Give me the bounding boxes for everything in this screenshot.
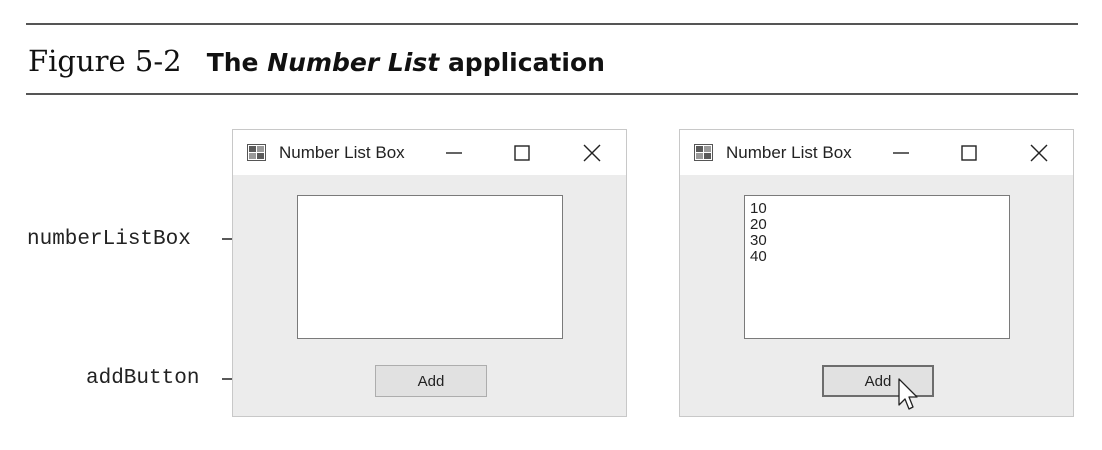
app-icon xyxy=(694,144,713,161)
list-item[interactable]: 30 xyxy=(750,233,1009,249)
list-item[interactable]: 20 xyxy=(750,217,1009,233)
number-list-box[interactable]: 10 20 30 40 xyxy=(744,195,1010,339)
minimize-icon[interactable] xyxy=(439,138,469,168)
list-item[interactable]: 40 xyxy=(750,249,1009,265)
close-icon[interactable] xyxy=(577,138,607,168)
title-bar[interactable]: Number List Box xyxy=(680,130,1073,175)
minimize-icon[interactable] xyxy=(886,138,916,168)
button-callout-label: addButton xyxy=(86,367,200,390)
figure-caption: Figure 5-2 The Number List application xyxy=(28,44,605,80)
list-item[interactable]: 10 xyxy=(750,201,1009,217)
mouse-pointer-icon xyxy=(898,378,918,410)
number-list-window-empty: Number List Box Add xyxy=(232,129,627,417)
app-icon xyxy=(247,144,266,161)
title-bar[interactable]: Number List Box xyxy=(233,130,626,175)
close-icon[interactable] xyxy=(1024,138,1054,168)
figure-title: The Number List application xyxy=(207,48,605,77)
maximize-icon[interactable] xyxy=(507,138,537,168)
window-title: Number List Box xyxy=(279,143,405,162)
window-title: Number List Box xyxy=(726,143,852,162)
bottom-rule xyxy=(26,93,1078,95)
figure-title-suffix: application xyxy=(447,48,605,77)
add-button[interactable]: Add xyxy=(375,365,487,397)
figure-title-prefix: The xyxy=(206,48,259,77)
number-list-box[interactable] xyxy=(297,195,563,339)
maximize-icon[interactable] xyxy=(954,138,984,168)
figure-number: Figure 5-2 xyxy=(28,44,182,78)
number-list-window-populated: Number List Box 10 20 30 40 Add xyxy=(679,129,1074,417)
listbox-callout-label: numberListBox xyxy=(27,228,191,251)
top-rule xyxy=(26,23,1078,25)
figure-title-italic: Number List xyxy=(267,48,440,77)
